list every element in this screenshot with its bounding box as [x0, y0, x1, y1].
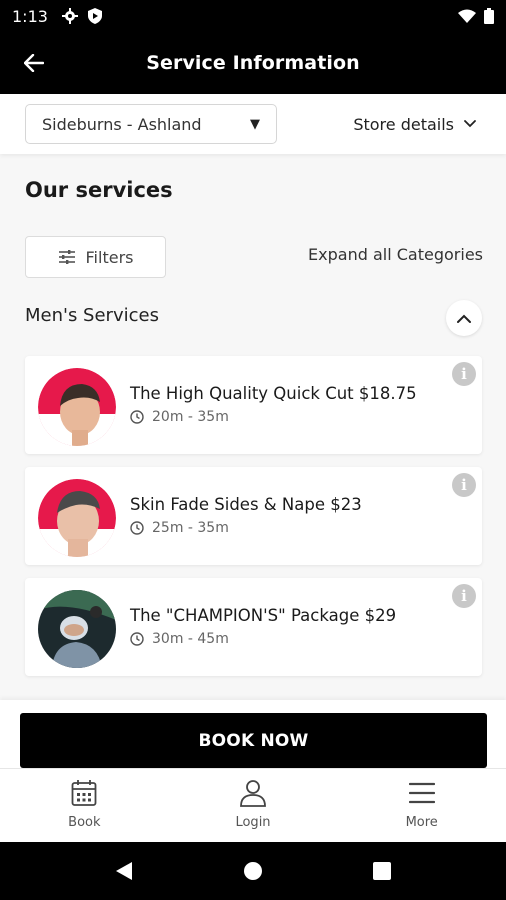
nav-label-login: Login: [235, 815, 271, 830]
nav-item-more[interactable]: More: [337, 769, 506, 842]
user-icon: [240, 780, 266, 807]
info-icon[interactable]: i: [452, 473, 476, 497]
service-card[interactable]: Skin Fade Sides & Nape $23 25m - 35m i: [25, 467, 482, 565]
service-card[interactable]: The "CHAMPION'S" Package $29 30m - 45m i: [25, 578, 482, 676]
page-title: Service Information: [146, 52, 360, 74]
clock-icon: [130, 521, 144, 535]
app-bar: Service Information: [0, 32, 506, 94]
store-details-toggle[interactable]: Store details: [353, 104, 476, 144]
expand-all-categories-link[interactable]: Expand all Categories: [308, 245, 483, 264]
service-duration-text: 25m - 35m: [152, 520, 229, 536]
home-circle-icon[interactable]: [243, 861, 263, 881]
store-dropdown-value: Sideburns - Ashland: [42, 114, 202, 134]
calendar-icon: [71, 780, 97, 806]
back-button[interactable]: [18, 47, 50, 79]
nav-item-book[interactable]: Book: [0, 769, 169, 842]
clock-icon: [130, 632, 144, 646]
chevron-down-icon: [464, 120, 476, 128]
system-nav-bar: [0, 842, 506, 900]
filters-label: Filters: [85, 247, 134, 267]
service-name: The High Quality Quick Cut $18.75: [130, 384, 417, 403]
info-icon[interactable]: i: [452, 362, 476, 386]
service-duration: 30m - 45m: [130, 631, 229, 647]
wifi-icon: [458, 9, 476, 23]
service-duration-text: 20m - 35m: [152, 409, 229, 425]
service-card[interactable]: The High Quality Quick Cut $18.75 20m - …: [25, 356, 482, 454]
nav-label-book: Book: [68, 815, 101, 830]
shield-icon: [87, 8, 102, 24]
services-heading: Our services: [25, 178, 173, 202]
arrow-left-icon: [24, 54, 44, 72]
nav-label-more: More: [405, 815, 438, 830]
settings-icon: [61, 8, 78, 24]
filters-button[interactable]: Filters: [25, 236, 166, 278]
chevron-up-icon: [457, 314, 471, 323]
nav-item-login[interactable]: Login: [169, 769, 338, 842]
status-time: 1:13: [12, 6, 48, 26]
store-row: Sideburns - Ashland ▼ Store details: [0, 94, 506, 154]
sliders-icon: [58, 250, 75, 264]
category-title: Men's Services: [25, 305, 159, 326]
service-image: [38, 590, 116, 668]
service-image: [38, 368, 116, 446]
clock-icon: [130, 410, 144, 424]
service-name: The "CHAMPION'S" Package $29: [130, 606, 397, 625]
recents-square-icon[interactable]: [373, 862, 391, 880]
service-duration-text: 30m - 45m: [152, 631, 229, 647]
service-duration: 20m - 35m: [130, 409, 229, 425]
store-details-label: Store details: [353, 114, 454, 134]
service-image: [38, 479, 116, 557]
caret-down-icon: ▼: [250, 116, 260, 132]
battery-icon: [484, 8, 494, 24]
store-dropdown[interactable]: Sideburns - Ashland ▼: [25, 104, 277, 144]
bottom-nav: Book Login More: [0, 768, 506, 842]
info-icon[interactable]: i: [452, 584, 476, 608]
status-bar: 1:13: [0, 0, 506, 32]
book-now-bar: BOOK NOW: [0, 700, 506, 768]
service-duration: 25m - 35m: [130, 520, 229, 536]
book-now-button[interactable]: BOOK NOW: [20, 713, 487, 768]
service-name: Skin Fade Sides & Nape $23: [130, 495, 362, 514]
back-triangle-icon[interactable]: [115, 861, 133, 881]
collapse-category-button[interactable]: [446, 300, 482, 336]
menu-icon: [408, 782, 435, 804]
